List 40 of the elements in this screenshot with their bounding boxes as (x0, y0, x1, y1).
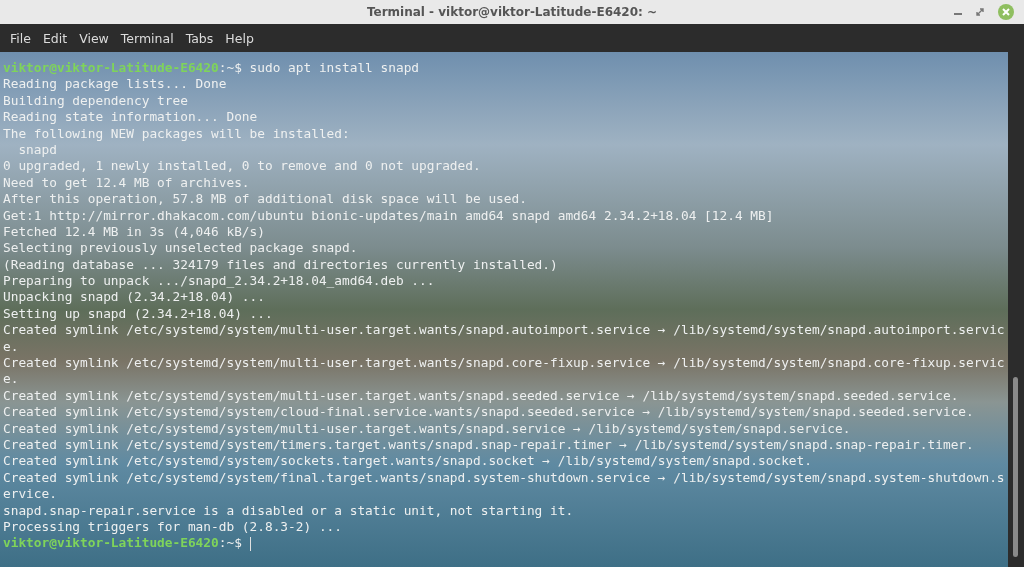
output-line: Created symlink /etc/systemd/system/cloud-final.service.wants/snapd.seeded.service → /lib/systemd/system/snapd.seeded.service. (3, 404, 974, 421)
scrollbar[interactable] (1008, 52, 1024, 567)
output-line: Building dependency tree (3, 92, 188, 110)
output-line: ervice. (3, 486, 57, 503)
output-line: Created symlink /etc/systemd/system/multi-user.target.wants/snapd.service → /lib/systemd/system/snapd.service. (3, 420, 851, 437)
output-line: Get:1 http://mirror.dhakacom.com/ubuntu bionic-updates/main amd64 snapd amd64 2.34.2+18.04 [12.4 MB] (3, 207, 774, 224)
output-line: The following NEW packages will be installed: (3, 125, 350, 142)
prompt-line: viktor@viktor-Latitude-E6420:~$ (3, 535, 243, 552)
prompt-line: viktor@viktor-Latitude-E6420:~$ sudo apt install snapd (3, 60, 420, 77)
output-line: Created symlink /etc/systemd/system/multi-user.target.wants/snapd.autoimport.service → /lib/systemd/system/snapd.autoimport.servic (3, 322, 1005, 339)
output-line: Preparing to unpack .../snapd_2.34.2+18.04_amd64.deb ... (3, 273, 435, 290)
output-line: Unpacking snapd (2.34.2+18.04) ... (3, 289, 265, 306)
close-icon[interactable] (998, 4, 1014, 20)
output-line: (Reading database ... 324179 files and directories currently installed.) (3, 256, 558, 274)
output-line: Created symlink /etc/systemd/system/final.target.wants/snapd.system-shutdown.service → /lib/systemd/system/snapd.system-shutdown.s (3, 469, 1005, 487)
output-line: After this operation, 57.8 MB of additional disk space will be used. (3, 191, 527, 208)
output-line: e. (3, 371, 19, 388)
maximize-icon[interactable] (976, 8, 984, 16)
output-line: Created symlink /etc/systemd/system/multi-user.target.wants/snapd.core-fixup.service → /lib/systemd/system/snapd.core-fixup.servic (3, 355, 1005, 372)
output-line: snapd.snap-repair.service is a disabled or a static unit, not starting it. (3, 502, 574, 519)
output-line: Selecting previously unselected package snapd. (3, 240, 358, 257)
output-line: Reading package lists... Done (3, 76, 227, 93)
menu-item[interactable]: View (73, 27, 115, 49)
output-line: Need to get 12.4 MB of archives. (3, 174, 250, 192)
output-line: Created symlink /etc/systemd/system/timers.target.wants/snapd.snap-repair.timer → /lib/systemd/system/snapd.snap-repair.timer. (3, 437, 974, 454)
output-line: 0 upgraded, 1 newly installed, 0 to remove and 0 not upgraded. (3, 158, 481, 175)
output-line: Reading state information... Done (3, 109, 258, 126)
window-title: Terminal - viktor@viktor-Latitude-E6420: ~ (366, 5, 658, 19)
menu-item[interactable]: File (4, 27, 37, 49)
output-line: snapd (17, 141, 57, 159)
output-line: e. (3, 338, 19, 356)
menu-item[interactable]: Tabs (179, 27, 220, 49)
output-line: Processing triggers for man-db (2.8.3-2) ... (3, 518, 342, 536)
output-line: Created symlink /etc/systemd/system/multi-user.target.wants/snapd.seeded.service → /lib/systemd/system/snapd.seeded.service. (3, 387, 959, 405)
menu-item[interactable]: Help (219, 27, 260, 49)
output-line: Setting up snapd (2.34.2+18.04) ... (3, 305, 273, 323)
output-line: Fetched 12.4 MB in 3s (4,046 kB/s) (3, 223, 265, 241)
menu-item[interactable]: Terminal (114, 27, 180, 49)
menu-item[interactable]: Edit (36, 27, 74, 49)
output-line: Created symlink /etc/systemd/system/sockets.target.wants/snapd.socket → /lib/systemd/system/snapd.socket. (3, 453, 812, 470)
